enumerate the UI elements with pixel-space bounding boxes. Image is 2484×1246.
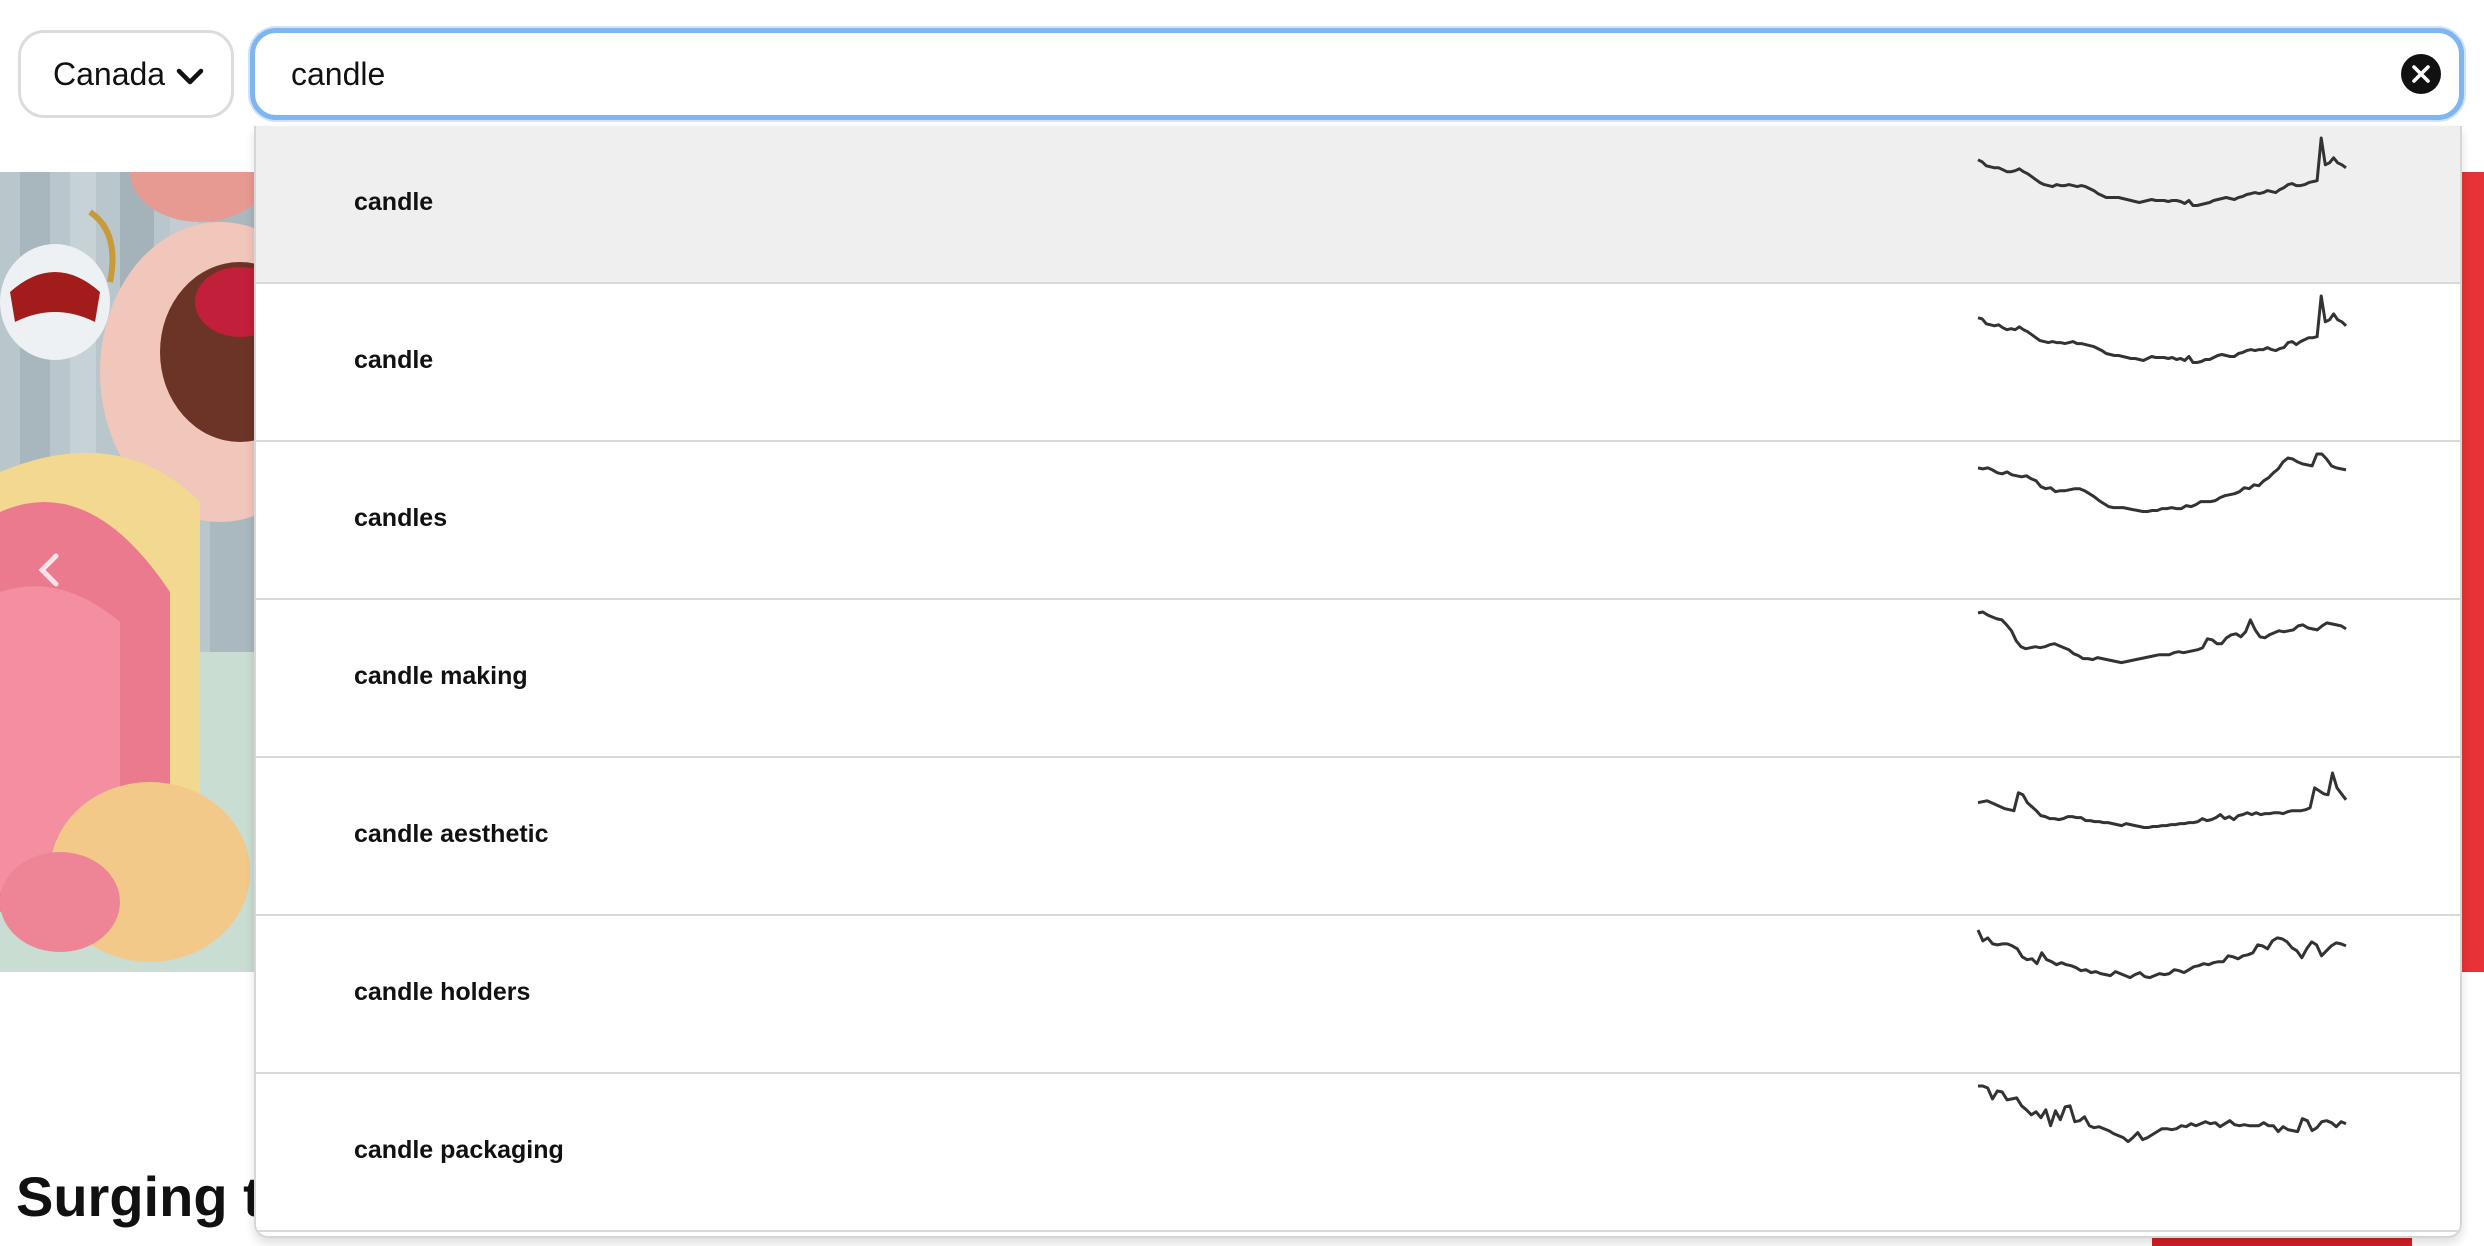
trend-sparkline — [1977, 771, 2348, 829]
carousel-prev-arrow[interactable] — [30, 550, 70, 590]
suggestion-item[interactable]: candle packaging — [256, 1074, 2460, 1232]
suggestion-item[interactable]: candle — [256, 126, 2460, 284]
trend-sparkline — [1977, 136, 2347, 207]
suggestion-term: candle packaging — [354, 1136, 564, 1164]
trend-sparkline — [1977, 294, 2348, 364]
country-select-value: Canada — [53, 55, 166, 92]
suggestion-item[interactable]: candle aesthetic — [256, 758, 2460, 916]
country-select[interactable]: Canada — [18, 30, 234, 118]
chevron-left-icon — [38, 553, 59, 587]
suggestion-term: candle making — [354, 662, 528, 690]
chevron-down-icon — [176, 68, 204, 85]
sparkline-path — [1977, 771, 2348, 829]
section-title: Surging t — [16, 1165, 262, 1228]
sparkline-path — [1978, 1084, 2347, 1144]
suggestion-term: candle holders — [354, 978, 531, 1006]
search-input[interactable] — [291, 49, 2351, 99]
clear-search-button[interactable] — [2401, 54, 2441, 94]
suggestion-term: candle — [354, 346, 434, 374]
sparkline-path — [1977, 452, 2347, 513]
trends-page: Surging t Canada candle candle candles — [0, 0, 2484, 1246]
trend-sparkline — [1977, 452, 2347, 513]
suggestion-term: candle — [354, 188, 434, 216]
trend-sparkline — [1976, 929, 2347, 980]
sparkline-path — [1976, 929, 2347, 980]
trend-sparkline — [1978, 1084, 2347, 1144]
suggestion-item[interactable]: candles — [256, 442, 2460, 600]
search-suggestions-list: candle candle candles candle making cand… — [254, 126, 2462, 1238]
sparkline-path — [1977, 610, 2347, 665]
search-box — [250, 28, 2464, 120]
suggestion-item[interactable]: candle making — [256, 600, 2460, 758]
trend-sparkline — [1977, 610, 2347, 665]
sparkline-path — [1977, 294, 2348, 364]
sparkline-path — [1977, 136, 2347, 207]
suggestion-item[interactable]: candle holders — [256, 916, 2460, 1074]
suggestion-term: candle aesthetic — [354, 820, 549, 848]
suggestion-term: candles — [354, 504, 448, 532]
close-icon — [2412, 65, 2430, 83]
suggestion-item[interactable]: candle — [256, 284, 2460, 442]
